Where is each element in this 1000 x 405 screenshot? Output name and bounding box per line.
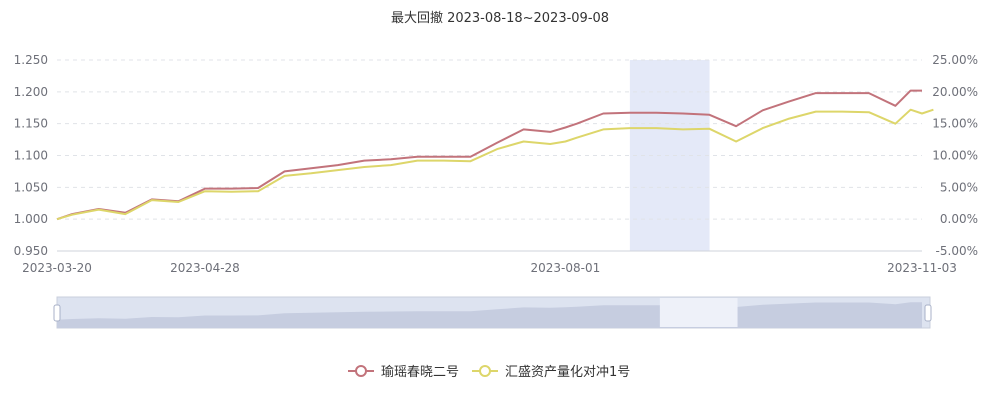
y-right-tick-label: 10.00% [932,149,978,163]
legend-swatch-circle [479,365,491,377]
y-right-tick-label: 15.00% [932,117,978,131]
y-left-tick-label: 0.950 [14,244,48,258]
series-lines [56,89,934,221]
x-tick-label: 2023-11-03 [887,261,957,275]
legend: 瑜瑶春晓二号 汇盛资产量化对冲1号 [348,365,630,380]
y-left-tick-label: 1.000 [14,212,48,226]
y-left-tick-label: 1.150 [14,117,48,131]
x-tick-label: 2023-03-20 [22,261,92,275]
y-left-tick-label: 1.200 [14,85,48,99]
y-axis-right: -5.00% 0.00% 5.00% 10.00% 15.00% 20.00% 25.00% [932,53,978,258]
y-left-tick-label: 1.250 [14,53,48,67]
zoom-handle-left[interactable] [53,304,61,322]
data-zoom-slider[interactable] [53,296,932,329]
y-right-tick-label: 25.00% [932,53,978,67]
y-left-tick-label: 1.100 [14,149,48,163]
chart-container: 最大回撤 2023-08-18~2023-09-08 0.950 1.000 1.0… [0,0,1000,405]
x-tick-label: 2023-08-01 [531,261,601,275]
legend-swatch-circle [355,365,367,377]
chart-title: 最大回撤 2023-08-18~2023-09-08 [391,10,609,26]
y-left-tick-label: 1.050 [14,180,48,194]
zoom-handle-right[interactable] [924,304,932,322]
y-right-tick-label: -5.00% [936,244,978,258]
y-axis-left: 0.950 1.000 1.050 1.100 1.150 1.200 1.250 [14,53,48,258]
y-right-tick-label: 0.00% [940,212,978,226]
y-right-tick-label: 20.00% [932,85,978,99]
series-line-1 [56,89,922,221]
gridlines [57,59,922,252]
zoom-gap [659,298,738,327]
legend-label: 汇盛资产量化对冲1号 [505,365,630,380]
x-tick-label: 2023-04-28 [170,261,240,275]
y-right-tick-label: 5.00% [940,180,978,194]
x-axis: 2023-03-20 2023-04-28 2023-08-01 2023-11-03 [22,261,957,275]
legend-label: 瑜瑶春晓二号 [381,365,459,380]
series-line-2 [56,108,934,221]
line-chart: 最大回撤 2023-08-18~2023-09-08 0.950 1.000 1.0… [14,10,978,380]
